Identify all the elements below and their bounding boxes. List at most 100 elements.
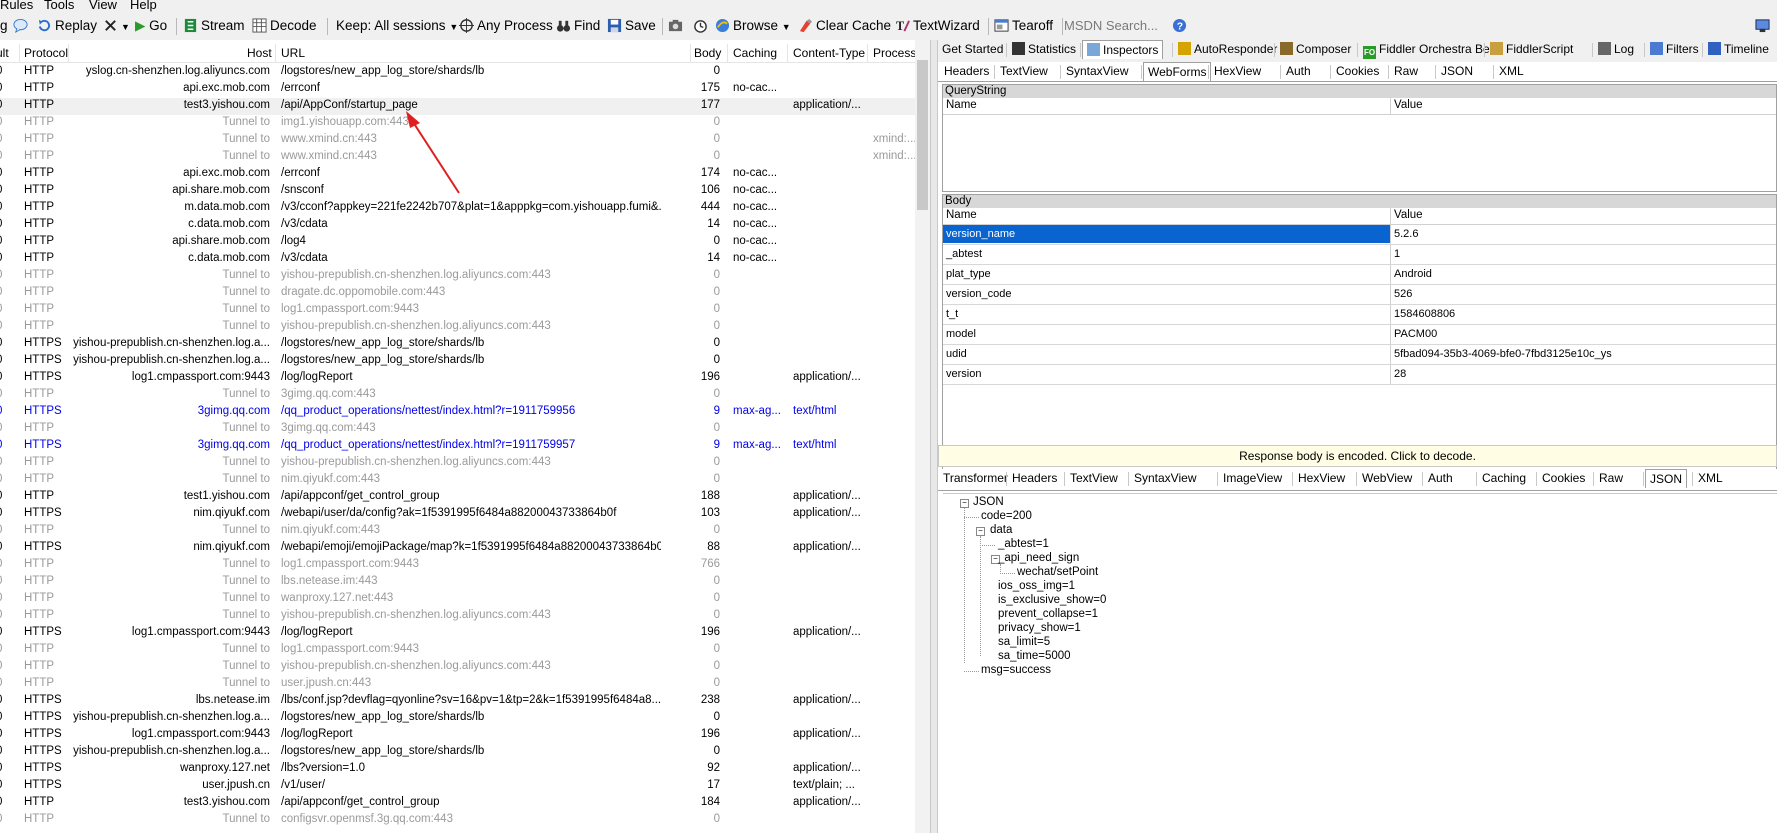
timer-button[interactable] [693,17,711,35]
session-row[interactable]: 0HTTPTunnel towanproxy.127.net:4430 [0,591,915,608]
scrollbar-thumb[interactable] [917,60,928,210]
find-button[interactable]: Find [556,17,600,35]
session-row[interactable]: 0HTTPSlog1.cmpassport.com:9443/log/logRe… [0,727,915,744]
session-row[interactable]: 0HTTPTunnel tolog1.cmpassport.com:944376… [0,557,915,574]
session-row[interactable]: 0HTTPSyishou-prepublish.cn-shenzhen.log.… [0,353,915,370]
column-divider[interactable] [1390,285,1391,304]
session-row[interactable]: 0HTTPSnim.qiyukf.com/webapi/emoji/emojiP… [0,540,915,557]
column-divider[interactable] [1390,345,1391,364]
session-row[interactable]: 0HTTPapi.share.mob.com/snsconf106no-cac.… [0,183,915,200]
session-row[interactable]: 0HTTPapi.exc.mob.com/errconf175no-cac... [0,81,915,98]
body-param-row[interactable]: udid 5fbad094-35b3-4069-bfe0-7fbd3125e10c… [943,345,1776,365]
column-divider[interactable] [68,44,69,62]
session-list[interactable]: ult Protocol Host URL Body Caching Conte… [0,40,930,833]
request-tab-raw[interactable]: Raw [1390,62,1422,81]
textwizard-button[interactable]: T TextWizard [895,17,980,35]
json-node-sa-time[interactable]: sa_time=5000 [998,650,1071,662]
stream-button[interactable]: Stream [183,17,245,35]
json-node-data[interactable]: data [990,524,1012,536]
keep-sessions-dropdown[interactable]: Keep: All sessions ▼ [336,17,458,35]
column-divider[interactable] [787,44,788,62]
session-row[interactable]: 0HTTPapi.share.mob.com/log40no-cac... [0,234,915,251]
column-divider[interactable] [1390,365,1391,384]
request-tab-headers[interactable]: Headers [940,62,993,81]
session-row[interactable]: 0HTTPTunnel toyishou-prepublish.cn-shenz… [0,608,915,625]
msdn-search-input[interactable]: MSDN Search... [1064,17,1174,35]
json-node-api-need-sign[interactable]: _api_need_sign [998,552,1079,564]
col-caching[interactable]: Caching [733,46,777,60]
response-tab-webview[interactable]: WebView [1358,469,1416,488]
json-node-is-exclusive-show[interactable]: is_exclusive_show=0 [998,594,1106,606]
response-tab-syntaxview[interactable]: SyntaxView [1130,469,1200,488]
session-row[interactable]: 0HTTPTunnel tolbs.netease.im:4430 [0,574,915,591]
tab-fiddlerscript[interactable]: FiddlerScript [1486,40,1577,59]
tab-statistics[interactable]: Statistics [1008,40,1080,59]
response-tab-transformer[interactable]: Transformer [939,469,1012,488]
help-button[interactable]: ? [1172,17,1190,35]
session-row[interactable]: 0HTTPTunnel toyishou-prepublish.cn-shenz… [0,659,915,676]
response-tab-raw[interactable]: Raw [1595,469,1627,488]
session-row[interactable]: 0HTTPS3gimg.qq.com/qq_product_operations… [0,438,915,455]
tab-get-started[interactable]: Get Started [938,40,1007,59]
session-row[interactable]: 0HTTPTunnel tolog1.cmpassport.com:94430 [0,642,915,659]
session-row[interactable]: 0HTTPc.data.mob.com/v3/cdata14no-cac... [0,251,915,268]
column-divider[interactable] [690,44,691,62]
session-row[interactable]: 0HTTPapi.exc.mob.com/errconf174no-cac... [0,166,915,183]
process-filter-button[interactable]: Any Process [459,17,553,35]
request-tab-hexview[interactable]: HexView [1210,62,1265,81]
tab-log[interactable]: Log [1594,40,1638,59]
session-row[interactable]: 0HTTPc.data.mob.com/v3/cdata14no-cac... [0,217,915,234]
tab-fiddler-orchestra-beta[interactable]: FO Fiddler Orchestra Beta [1359,40,1504,59]
session-row[interactable]: 0HTTPS3gimg.qq.com/qq_product_operations… [0,404,915,421]
tearoff-button[interactable]: Tearoff [994,17,1053,35]
json-node-sa-limit[interactable]: sa_limit=5 [998,636,1050,648]
json-node-ios-oss-img[interactable]: ios_oss_img=1 [998,580,1075,592]
session-row[interactable]: 0HTTPSwanproxy.127.net/lbs?version=1.092… [0,761,915,778]
request-tab-syntaxview[interactable]: SyntaxView [1062,62,1132,81]
session-row[interactable]: 0HTTPTunnel towww.xmind.cn:4430xmind:... [0,132,916,149]
collapse-toggle-icon[interactable]: − [960,499,969,508]
session-row[interactable]: 0HTTPTunnel todragate.dc.oppomobile.com:… [0,285,915,302]
request-tab-json[interactable]: JSON [1437,62,1477,81]
json-node-code[interactable]: code=200 [981,510,1032,522]
request-tab-textview[interactable]: TextView [996,62,1052,81]
request-tab-webforms[interactable]: WebForms [1143,62,1212,81]
column-divider[interactable] [1390,265,1391,284]
online-status-button[interactable] [1755,17,1773,35]
col-result[interactable]: ult [0,46,9,60]
session-row[interactable]: 0HTTPyslog.cn-shenzhen.log.aliyuncs.com/… [0,64,915,81]
col-host[interactable]: Host [247,46,272,60]
session-row[interactable]: 0HTTPtest3.yishou.com/api/appconf/get_co… [0,795,915,812]
session-row[interactable]: 0HTTPTunnel tolog1.cmpassport.com:94430 [0,302,915,319]
session-row[interactable]: 0HTTPTunnel toconfigsvr.openmsf.3g.qq.co… [0,812,915,829]
column-divider[interactable] [1390,98,1391,114]
session-row[interactable]: 0HTTPSlog1.cmpassport.com:9443/log/logRe… [0,625,915,642]
col-protocol[interactable]: Protocol [24,46,68,60]
session-row[interactable]: 0HTTPTunnel toyishou-prepublish.cn-shenz… [0,455,915,472]
session-row[interactable]: 0HTTPTunnel toyishou-prepublish.cn-shenz… [0,268,915,285]
json-node-privacy-show[interactable]: privacy_show=1 [998,622,1081,634]
response-tab-json[interactable]: JSON [1645,469,1688,488]
session-row[interactable]: 0HTTPtest1.yishou.com/api/appconf/get_co… [0,489,915,506]
menu-view[interactable]: View [89,0,117,12]
column-divider[interactable] [275,44,276,62]
session-row[interactable]: 0HTTPTunnel toimg1.yishouapp.com:4430 [0,115,915,132]
save-button[interactable]: Save [607,17,656,35]
querystring-col-name[interactable]: Name [946,99,977,111]
response-tab-auth[interactable]: Auth [1424,469,1457,488]
request-tab-xml[interactable]: XML [1495,62,1528,81]
column-divider[interactable] [1390,208,1391,224]
response-tab-textview[interactable]: TextView [1066,469,1122,488]
json-root-node[interactable]: JSON [973,496,1004,508]
decode-button[interactable]: Decode [252,17,317,35]
session-row[interactable]: 0HTTPTunnel to3gimg.qq.com:4430 [0,421,915,438]
json-node-abtest[interactable]: _abtest=1 [998,538,1049,550]
tab-inspectors[interactable]: Inspectors [1082,40,1164,59]
session-row[interactable]: 0HTTPTunnel touser.jpush.cn:4430 [0,676,915,693]
session-row[interactable]: 0HTTPSuser.jpush.cn/v1/user/17text/plain… [0,778,915,795]
tab-autoresponder[interactable]: AutoResponder [1174,40,1281,59]
column-divider[interactable] [727,44,728,62]
body-param-row[interactable]: t_t 1584608806 [943,305,1776,325]
collapse-toggle-icon[interactable]: − [976,527,985,536]
session-row[interactable]: 0HTTPSyishou-prepublish.cn-shenzhen.log.… [0,336,915,353]
